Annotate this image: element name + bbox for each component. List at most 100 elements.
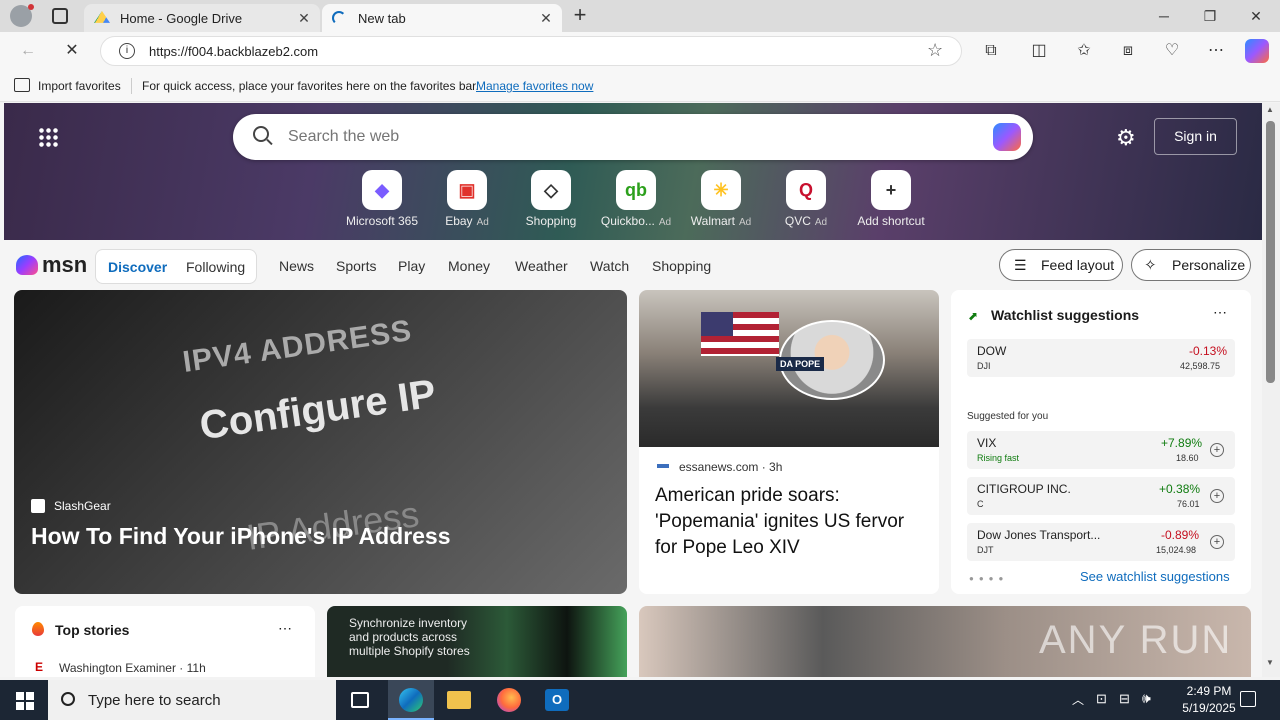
nav-money[interactable]: Money (448, 258, 490, 274)
import-favorites-icon[interactable] (14, 78, 30, 92)
favorites-bar: Import favorites For quick access, place… (0, 70, 1280, 102)
site-info-icon[interactable]: i (119, 43, 135, 59)
watchlist-row[interactable]: VIX Rising fast +7.89% 18.60 + (967, 431, 1235, 469)
hero-background: ⚙ Sign in ◆ Microsoft 365 ▣ EbayAd ◇ Shopping… (4, 103, 1262, 240)
clock-time[interactable]: 2:49 PM (1173, 684, 1245, 698)
profile-icon[interactable] (10, 4, 34, 27)
nav-weather[interactable]: Weather (515, 258, 568, 274)
shortcut-tile[interactable]: + Add shortcut (848, 170, 934, 228)
minimize-icon[interactable]: ─ (1141, 0, 1187, 32)
close-window-icon[interactable]: ✕ (1233, 0, 1279, 32)
task-view-icon[interactable] (351, 692, 369, 708)
favbar-hint: For quick access, place your favorites h… (142, 79, 479, 93)
address-bar[interactable]: i https://f004.backblazeb2.com ☆ (100, 36, 962, 66)
watchlist-row[interactable]: DOW DJI -0.13% 42,598.75 (967, 339, 1235, 377)
more-options-icon[interactable]: ⋯ (1213, 304, 1227, 321)
firefox-icon[interactable] (497, 688, 521, 712)
outlook-icon[interactable]: O (545, 689, 569, 711)
web-search-input[interactable] (288, 125, 968, 149)
nav-sports[interactable]: Sports (336, 258, 376, 274)
volume-icon[interactable]: 🕪 (1142, 690, 1151, 707)
back-icon[interactable]: ← (16, 40, 40, 62)
address-toolbar: ← ✕ i https://f004.backblazeb2.com ☆ ⧉ ◫… (0, 32, 1280, 70)
favorite-star-icon[interactable]: ☆ (927, 40, 943, 61)
windows-start-icon[interactable] (16, 692, 34, 710)
shortcut-label: QVC Ad (784, 214, 828, 228)
shortcut-tile[interactable]: ✳ Walmart Ad (678, 170, 764, 228)
stop-icon[interactable]: ✕ (60, 40, 84, 62)
manage-favorites-link[interactable]: Manage favorites now (476, 79, 593, 93)
article-headline[interactable]: How To Find Your iPhone's IP Address (31, 523, 451, 550)
tab-new-tab[interactable]: New tab ✕ (322, 4, 562, 32)
article-source: essanews.com · 3h (679, 460, 783, 474)
see-watchlist-link[interactable]: See watchlist suggestions (1080, 569, 1230, 584)
news-article-card[interactable]: DA POPE essanews.com · 3h American pride… (639, 290, 939, 594)
add-to-watchlist-icon[interactable]: + (1210, 443, 1224, 457)
shortcut-label: Microsoft 365 (345, 214, 419, 228)
settings-gear-icon[interactable]: ⚙ (1116, 125, 1136, 151)
tab-following[interactable]: Following (186, 259, 245, 275)
tab-discover[interactable]: Discover (108, 259, 167, 275)
favorites-icon[interactable]: ✩ (1072, 40, 1096, 62)
add-to-watchlist-icon[interactable]: + (1210, 535, 1224, 549)
extensions-icon[interactable]: ⧉ (979, 40, 1003, 62)
carousel-dots[interactable]: ●●●● (969, 574, 1008, 583)
url-text[interactable]: https://f004.backblazeb2.com (149, 44, 318, 59)
shortcut-tile[interactable]: qb Quickbo... Ad (593, 170, 679, 228)
watchlist-title: Watchlist suggestions (991, 307, 1140, 323)
feature-article-card[interactable]: IPV4 ADDRESS Configure IP IP Address Sla… (14, 290, 627, 594)
edge-taskbar-icon[interactable] (388, 680, 434, 720)
clock-date[interactable]: 5/19/2025 (1173, 701, 1245, 715)
scrollbar-thumb[interactable] (1266, 121, 1275, 383)
file-explorer-icon[interactable] (447, 691, 471, 709)
shortcut-tile[interactable]: ▣ Ebay Ad (424, 170, 510, 228)
ad-card[interactable]: Synchronize inventory and products acros… (327, 606, 627, 677)
watchlist-row[interactable]: Dow Jones Transport... DJT -0.89% 15,024… (967, 523, 1235, 561)
taskbar-search-box[interactable]: Type here to search (48, 680, 336, 720)
personalize-button[interactable]: ✧ Personalize (1131, 249, 1251, 281)
card-image-text: Configure IP (197, 371, 439, 449)
apps-launcher-icon[interactable] (38, 127, 58, 147)
network-icon[interactable]: ⊡ (1096, 691, 1107, 707)
tray-chevron-icon[interactable]: ︿ (1072, 691, 1084, 708)
tab-google-drive[interactable]: Home - Google Drive ✕ (84, 4, 320, 32)
close-tab-icon[interactable]: ✕ (296, 10, 312, 26)
more-options-icon[interactable]: ⋯ (278, 620, 292, 637)
shortcut-tile[interactable]: ◇ Shopping (508, 170, 594, 228)
shortcut-label: Add shortcut (857, 214, 925, 228)
collections-icon[interactable]: ⧈ (1116, 40, 1140, 62)
add-to-watchlist-icon[interactable]: + (1210, 489, 1224, 503)
fire-icon (32, 622, 44, 636)
sign-in-button[interactable]: Sign in (1154, 118, 1237, 155)
sign-in-label: Sign in (1174, 128, 1217, 144)
google-drive-icon (94, 11, 110, 23)
more-options-icon[interactable]: ⋯ (1204, 40, 1228, 62)
watchlist-row[interactable]: CITIGROUP INC. C +0.38% 76.01 + (967, 477, 1235, 515)
tab-actions-icon[interactable] (52, 8, 68, 24)
close-tab-icon[interactable]: ✕ (538, 10, 554, 26)
shortcut-tile[interactable]: Q QVC Ad (763, 170, 849, 228)
restore-icon[interactable]: ❐ (1187, 0, 1233, 32)
article-card[interactable]: ANY RUN (639, 606, 1251, 677)
split-screen-icon[interactable]: ◫ (1027, 40, 1051, 62)
copilot-search-icon[interactable] (993, 123, 1021, 151)
ethernet-icon[interactable]: ⊟ (1119, 691, 1130, 707)
nav-shopping[interactable]: Shopping (652, 258, 711, 274)
page-scrollbar[interactable]: ▲ ▼ (1262, 103, 1280, 677)
copilot-icon[interactable] (1245, 39, 1269, 63)
web-search-box[interactable] (233, 114, 1033, 160)
shortcut-tile[interactable]: ◆ Microsoft 365 (339, 170, 425, 228)
feed-layout-button[interactable]: ☰ Feed layout (999, 249, 1123, 281)
notifications-icon[interactable] (1240, 691, 1256, 707)
top-stories-title: Top stories (55, 622, 130, 638)
watchlist-card: ⬈ Watchlist suggestions ⋯ DOW DJI -0.13%… (951, 290, 1251, 594)
nav-play[interactable]: Play (398, 258, 425, 274)
msn-logo[interactable]: msn (16, 252, 87, 278)
browser-essentials-icon[interactable]: ♡ (1160, 40, 1184, 62)
nav-news[interactable]: News (279, 258, 314, 274)
new-tab-icon[interactable]: + (570, 4, 590, 28)
article-image: DA POPE (639, 290, 939, 447)
article-headline[interactable]: American pride soars: 'Popemania' ignite… (655, 483, 925, 561)
nav-watch[interactable]: Watch (590, 258, 629, 274)
import-favorites-button[interactable]: Import favorites (38, 79, 121, 93)
